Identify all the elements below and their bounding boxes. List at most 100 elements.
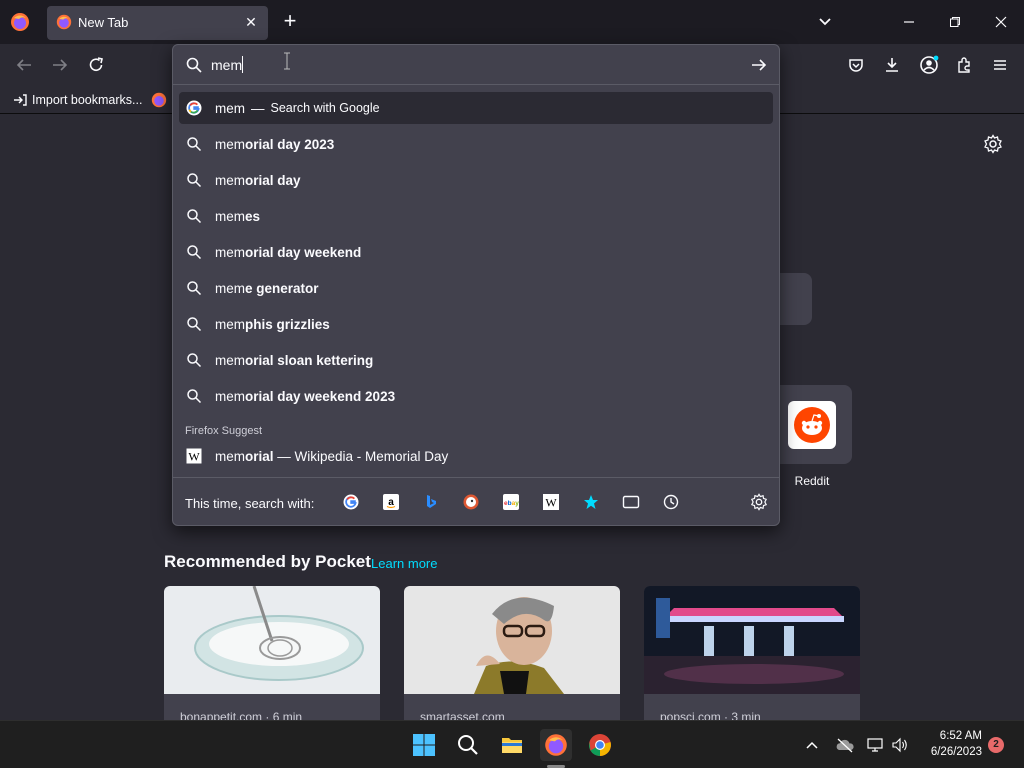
volume-icon[interactable] [890, 735, 910, 755]
google-engine-icon[interactable] [341, 492, 361, 512]
pocket-icon[interactable] [845, 54, 867, 76]
heuristic-action-text: Search with Google [270, 101, 380, 115]
search-icon [185, 171, 203, 189]
import-icon [14, 94, 27, 106]
chrome-icon[interactable] [584, 729, 616, 761]
pocket-learn-more-link[interactable]: Learn more [371, 556, 437, 571]
close-window-button[interactable] [987, 8, 1015, 36]
bing-engine-icon[interactable] [421, 492, 441, 512]
svg-text:ebay: ebay [504, 500, 519, 507]
amazon-engine-icon[interactable]: a [381, 492, 401, 512]
search-icon [185, 351, 203, 369]
import-bookmarks-button[interactable]: Import bookmarks... [12, 90, 142, 110]
file-explorer-icon[interactable] [496, 729, 528, 761]
forward-arrow-icon[interactable] [49, 54, 71, 76]
svg-text:a: a [388, 497, 394, 508]
search-icon [185, 387, 203, 405]
import-bookmarks-label: Import bookmarks... [32, 93, 143, 107]
close-tab-icon[interactable]: ✕ [242, 13, 260, 31]
search-suggestion[interactable]: mem orial day 2023 [179, 128, 773, 160]
wikipedia-icon: W [185, 447, 203, 465]
wiki-rest: — Wikipedia - Memorial Day [273, 448, 449, 464]
search-suggestion[interactable]: mem phis grizzlies [179, 308, 773, 340]
pocket-card[interactable]: smartasset.com [404, 586, 620, 720]
network-icon[interactable] [866, 735, 886, 755]
back-arrow-icon[interactable] [13, 54, 35, 76]
go-arrow-icon[interactable] [749, 55, 769, 75]
urlbar-dropdown: mem — Search with Google memorial day 20… [172, 44, 780, 526]
urlbar[interactable] [173, 45, 779, 85]
wikipedia-result[interactable]: W mem orial — Wikipedia - Memorial Day [179, 440, 773, 472]
pocket-card[interactable]: bonappetit.com · 6 min [164, 586, 380, 720]
pocket-card-source: smartasset.com [420, 710, 505, 720]
clock-time[interactable]: 6:52 AM [928, 730, 982, 742]
account-icon[interactable] [918, 54, 940, 76]
suggestion-typed: mem [215, 208, 245, 224]
firefox-view-icon[interactable] [10, 12, 30, 32]
tab-new-tab[interactable]: New Tab ✕ [47, 6, 268, 40]
bookmarks-star-icon[interactable] [581, 492, 601, 512]
suggestion-typed: mem [215, 388, 245, 404]
one-off-search-bar: This time, search with: a ebay W [173, 477, 779, 525]
pocket-card-image [164, 586, 380, 694]
reddit-icon[interactable] [788, 401, 836, 449]
search-suggestion[interactable]: mem orial day weekend [179, 236, 773, 268]
search-suggestion[interactable]: mem orial sloan kettering [179, 344, 773, 376]
pocket-card-image [404, 586, 620, 694]
tabs-icon[interactable] [621, 492, 641, 512]
pocket-card-source: bonappetit.com · 6 min [180, 710, 303, 720]
list-all-tabs-icon[interactable] [815, 12, 835, 32]
pocket-section-title: Recommended by Pocket [164, 552, 371, 571]
personalize-gear-icon[interactable] [983, 134, 1003, 154]
heuristic-separator: — [251, 100, 265, 116]
search-icon [185, 207, 203, 225]
clock-date[interactable]: 6/26/2023 [918, 746, 982, 758]
suggestion-completion: es [245, 208, 261, 224]
search-icon [185, 279, 203, 297]
ibeam-cursor-icon [283, 52, 291, 70]
suggestion-completion: orial day 2023 [245, 136, 335, 152]
search-suggestion[interactable]: mem es [179, 200, 773, 232]
pocket-card-source: popsci.com · 3 min [660, 710, 761, 720]
heuristic-typed-text: mem [215, 100, 245, 116]
taskbar-search-icon[interactable] [452, 729, 484, 761]
heuristic-result[interactable]: mem — Search with Google [179, 92, 773, 124]
minimize-button[interactable] [895, 8, 923, 36]
suggestion-typed: mem [215, 280, 245, 296]
menu-hamburger-icon[interactable] [989, 54, 1011, 76]
show-hidden-icons-chevron-icon[interactable] [802, 735, 822, 755]
downloads-icon[interactable] [881, 54, 903, 76]
pocket-card-image [644, 586, 860, 694]
search-suggestion[interactable]: mem orial day [179, 164, 773, 196]
wikipedia-engine-icon[interactable]: W [541, 492, 561, 512]
windows-start-icon[interactable] [408, 729, 440, 761]
reddit-label: Reddit [794, 474, 830, 488]
firefox-bookmark-icon[interactable] [151, 90, 167, 110]
reload-icon[interactable] [85, 54, 107, 76]
suggestion-typed: mem [215, 352, 245, 368]
notification-badge[interactable]: 2 [988, 737, 1004, 753]
onedrive-offline-icon[interactable] [835, 735, 855, 755]
restore-button[interactable] [941, 8, 969, 36]
pocket-card[interactable]: popsci.com · 3 min [644, 586, 860, 720]
firefox-tab-icon [56, 14, 72, 30]
search-suggestion[interactable]: mem orial day weekend 2023 [179, 380, 773, 412]
suggestion-typed: mem [215, 136, 245, 152]
google-icon [185, 99, 203, 117]
wiki-completion: orial [245, 448, 274, 464]
svg-text:W: W [188, 450, 200, 464]
windows-taskbar: 6:52 AM 6/26/2023 2 [0, 720, 1024, 768]
extensions-icon[interactable] [953, 54, 975, 76]
suggestion-typed: mem [215, 172, 245, 188]
one-off-label: This time, search with: [185, 496, 315, 511]
firefox-suggest-label: Firefox Suggest [185, 425, 263, 437]
ebay-engine-icon[interactable]: ebay [501, 492, 521, 512]
suggestion-completion: orial day weekend 2023 [245, 388, 396, 404]
search-suggestion[interactable]: mem e generator [179, 272, 773, 304]
duckduckgo-engine-icon[interactable] [461, 492, 481, 512]
firefox-taskbar-icon[interactable] [540, 729, 572, 761]
svg-text:W: W [545, 496, 557, 510]
new-tab-button[interactable]: + [278, 10, 302, 34]
history-clock-icon[interactable] [661, 492, 681, 512]
search-settings-gear-icon[interactable] [749, 492, 769, 512]
